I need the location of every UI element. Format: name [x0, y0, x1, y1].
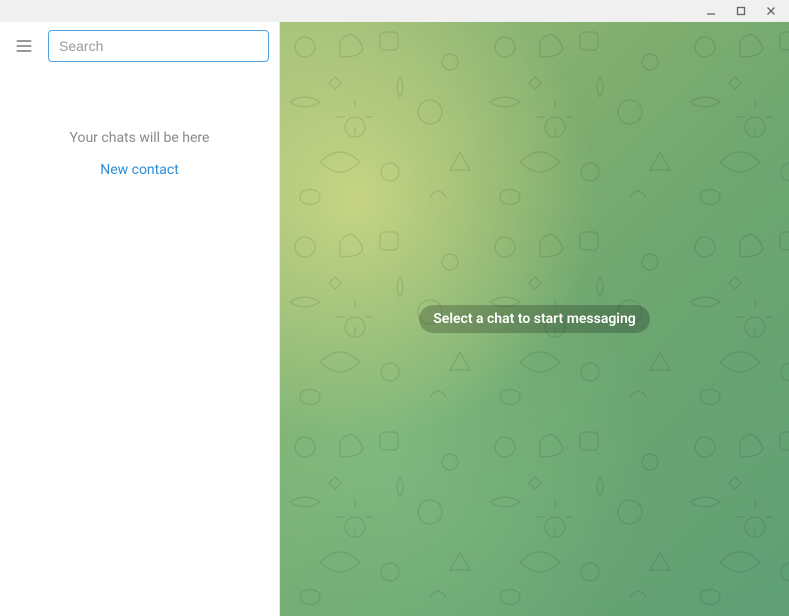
maximize-icon	[735, 5, 747, 17]
minimize-icon	[705, 5, 717, 17]
sidebar-header	[0, 22, 279, 70]
window-close-button[interactable]	[757, 1, 785, 21]
chat-list-empty-state: Your chats will be here New contact	[0, 130, 279, 178]
window-minimize-button[interactable]	[697, 1, 725, 21]
search-input[interactable]	[48, 30, 269, 62]
close-icon	[765, 5, 777, 17]
new-contact-link[interactable]: New contact	[0, 162, 279, 178]
chat-area: Select a chat to start messaging	[280, 22, 789, 616]
empty-state-text: Your chats will be here	[0, 130, 279, 146]
menu-button[interactable]	[10, 32, 38, 60]
app-root: Your chats will be here New contact Sele…	[0, 22, 789, 616]
sidebar: Your chats will be here New contact	[0, 22, 280, 616]
window-titlebar	[0, 0, 789, 22]
hamburger-icon	[14, 36, 34, 56]
select-chat-prompt: Select a chat to start messaging	[419, 305, 649, 333]
window-maximize-button[interactable]	[727, 1, 755, 21]
